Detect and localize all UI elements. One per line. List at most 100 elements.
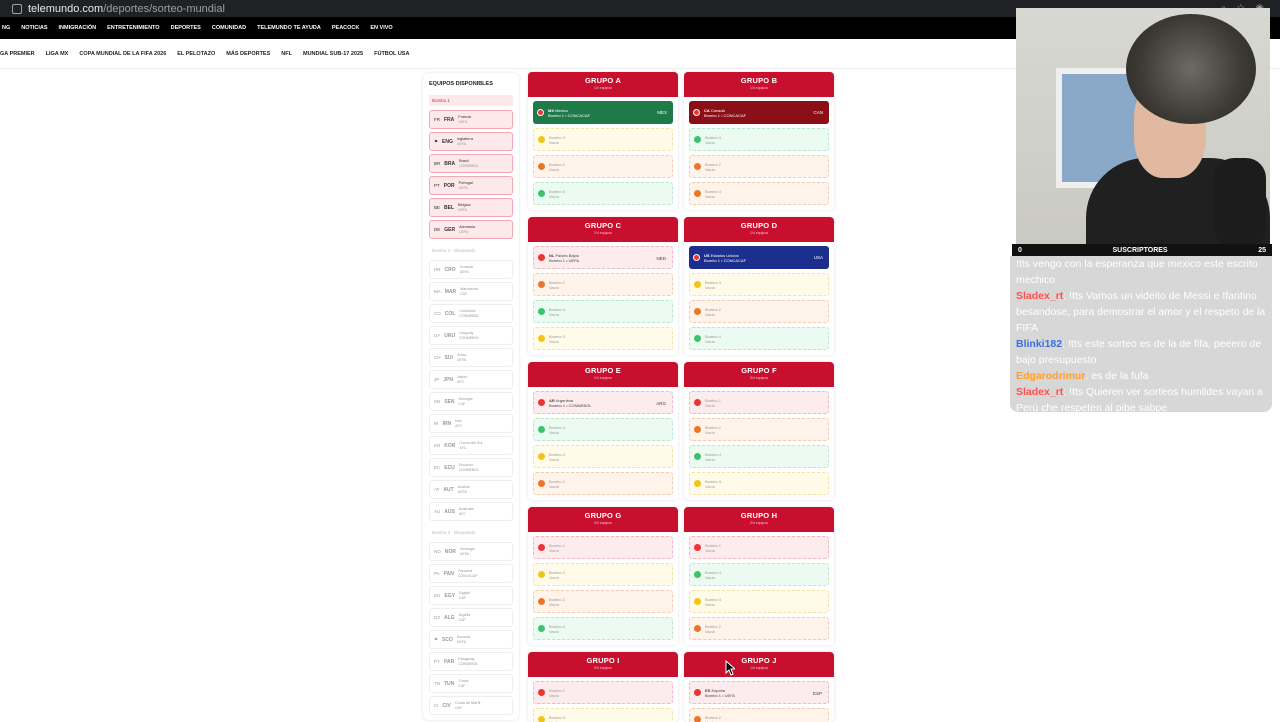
team-item[interactable]: IRIRNIránAFC	[429, 414, 513, 433]
team-item[interactable]: ⚑ENGInglaterraUEFA	[429, 132, 513, 151]
group-slot[interactable]: CA CanadáBombo 1 • CONCACAFCAN	[689, 101, 829, 124]
team-item[interactable]: PAPANPanamáCONCACAF	[429, 564, 513, 583]
slot-sub: Bombo 1 • UEFA	[705, 693, 735, 698]
team-name: Túnez	[458, 679, 469, 684]
team-item[interactable]: ⚑SCOEscociaUEFA	[429, 630, 513, 649]
team-item[interactable]: PTPORPortugalUEFA	[429, 176, 513, 195]
group-slot[interactable]: Bombo 3Vacío	[689, 472, 829, 495]
nav-link[interactable]: DEPORTES	[171, 25, 201, 31]
group-slot[interactable]: Bombo 4Vacío	[689, 563, 829, 586]
team-item[interactable]: PYPARParaguayCONMEBOL	[429, 652, 513, 671]
nav-link[interactable]: MUNDIAL SUB-17 2025	[303, 51, 363, 57]
group-slot[interactable]: Bombo 2Vacío	[533, 273, 673, 296]
team-item[interactable]: MAMARMarruecosCAF	[429, 282, 513, 301]
nav-link[interactable]: NG	[2, 25, 10, 31]
group-slot[interactable]: Bombo 2Vacío	[689, 418, 829, 441]
nav-link[interactable]: LIGA MX	[46, 51, 69, 57]
team-item[interactable]: JPJPNJapónAFC	[429, 370, 513, 389]
nav-link[interactable]: NOTICIAS	[21, 25, 47, 31]
team-confederation: UEFA	[457, 142, 473, 147]
team-code: KOR	[444, 443, 455, 449]
group-slot[interactable]: Bombo 4Vacío	[533, 617, 673, 640]
slot-text: US Estados UnidosBombo 1 • CONCACAF	[704, 253, 746, 263]
group-slot[interactable]: Bombo 4Vacío	[689, 327, 829, 350]
team-item[interactable]: CHSUISuizaUEFA	[429, 348, 513, 367]
group-slot[interactable]: ES EspañaBombo 1 • UEFAESP	[689, 681, 829, 704]
group-slot[interactable]: Bombo 2Vacío	[533, 472, 673, 495]
flag-code: MA	[434, 289, 441, 294]
group-slot[interactable]: NL Países BajosBombo 1 • UEFANED	[533, 246, 673, 269]
team-item[interactable]: COCOLColombiaCONMEBOL	[429, 304, 513, 323]
nav-link[interactable]: INMIGRACIÓN	[59, 25, 97, 31]
group-slot[interactable]: Bombo 1Vacío	[533, 681, 673, 704]
team-item[interactable]: TNTUNTúnezCAF	[429, 674, 513, 693]
nav-link[interactable]: ENTRETENIMIENTO	[107, 25, 159, 31]
group-slot[interactable]: Bombo 3Vacío	[689, 273, 829, 296]
nav-link[interactable]: TELEMUNDO TE AYUDA	[257, 25, 321, 31]
group-slot[interactable]: Bombo 4Vacío	[689, 128, 829, 151]
team-code: IRN	[443, 421, 452, 427]
team-item[interactable]: EGEGYEgiptoCAF	[429, 586, 513, 605]
nav-link[interactable]: GA PREMIER	[0, 51, 35, 57]
team-code: PAR	[444, 659, 454, 665]
team-item[interactable]: SNSENSenegalCAF	[429, 392, 513, 411]
team-confederation: UEFA	[459, 230, 475, 235]
group-slot[interactable]: Bombo 3Vacío	[533, 128, 673, 151]
team-item[interactable]: FRFRAFranciaUEFA	[429, 110, 513, 129]
group-card: GRUPO J1/4 equiposES EspañaBombo 1 • UEF…	[684, 652, 834, 722]
team-item[interactable]: ECECUEcuadorCONMEBOL	[429, 458, 513, 477]
team-code: SCO	[442, 637, 453, 643]
slot-text: Bombo 3Vacío	[549, 570, 565, 580]
group-slot[interactable]: Bombo 1Vacío	[689, 391, 829, 414]
group-slot[interactable]: Bombo 4Vacío	[689, 445, 829, 468]
slot-sub: Vacío	[549, 167, 565, 172]
chat-message: !tts vengo con la esperanza que mexico e…	[1016, 256, 1266, 288]
nav-link[interactable]: MÁS DEPORTES	[226, 51, 270, 57]
group-slot[interactable]: Bombo 3Vacío	[533, 445, 673, 468]
group-slot[interactable]: Bombo 1Vacío	[533, 536, 673, 559]
group-slot[interactable]: Bombo 1Vacío	[689, 536, 829, 559]
group-slot[interactable]: Bombo 2Vacío	[533, 590, 673, 613]
group-slot[interactable]: Bombo 4Vacío	[533, 418, 673, 441]
flag-code: AU	[434, 509, 440, 514]
team-confederation: AFC	[459, 446, 482, 451]
team-item[interactable]: CICIVCosta de MarfilCAF	[429, 696, 513, 715]
group-slot[interactable]: AR ArgentinaBombo 1 • CONMEBOLARG	[533, 391, 673, 414]
nav-link[interactable]: COPA MUNDIAL DE LA FIFA 2026	[79, 51, 166, 57]
nav-link[interactable]: EL PELOTAZO	[177, 51, 215, 57]
group-slot[interactable]: Bombo 2Vacío	[533, 155, 673, 178]
team-item[interactable]: KRKORCorea del SurAFC	[429, 436, 513, 455]
group-slot[interactable]: Bombo 2Vacío	[689, 155, 829, 178]
team-item[interactable]: DZALGArgeliaCAF	[429, 608, 513, 627]
group-slot[interactable]: MX MéxicoBombo 1 • CONCACAFMEX	[533, 101, 673, 124]
team-item[interactable]: ATAUTAustriaUEFA	[429, 480, 513, 499]
group-slot[interactable]: US Estados UnidosBombo 1 • CONCACAFUSA	[689, 246, 829, 269]
team-item[interactable]: DEGERAlemaniaUEFA	[429, 220, 513, 239]
team-item[interactable]: BRBRABrasilCONMEBOL	[429, 154, 513, 173]
team-item[interactable]: BEBELBélgicaUEFA	[429, 198, 513, 217]
group-slot[interactable]: Bombo 3Vacío	[689, 182, 829, 205]
pot-dot-icon	[693, 254, 700, 261]
group-slot[interactable]: Bombo 2Vacío	[689, 300, 829, 323]
nav-link[interactable]: NFL	[281, 51, 292, 57]
group-slot[interactable]: Bombo 3Vacío	[533, 327, 673, 350]
site-info-icon[interactable]	[12, 4, 22, 14]
bombo2-title: Bombo 2 · Bloqueado	[429, 245, 513, 256]
nav-link[interactable]: PEACOCK	[332, 25, 360, 31]
group-slot[interactable]: Bombo 3Vacío	[689, 590, 829, 613]
flag-code: BR	[434, 161, 440, 166]
group-slot[interactable]: Bombo 4Vacío	[533, 182, 673, 205]
nav-link[interactable]: EN VIVO	[370, 25, 392, 31]
team-item[interactable]: AUAUSAustraliaAFC	[429, 502, 513, 521]
group-slot[interactable]: Bombo 4Vacío	[533, 300, 673, 323]
team-item[interactable]: HRCROCroaciaUEFA	[429, 260, 513, 279]
group-count: 1/4 equipos	[684, 231, 834, 235]
group-slot[interactable]: Bombo 2Vacío	[689, 617, 829, 640]
nav-link[interactable]: COMUNIDAD	[212, 25, 246, 31]
group-slot[interactable]: Bombo 3Vacío	[533, 563, 673, 586]
nav-link[interactable]: FÚTBOL USA	[374, 51, 409, 57]
chat-text: es de la fufa	[1091, 370, 1148, 382]
team-item[interactable]: NONORNoruegaUEFA	[429, 542, 513, 561]
team-name: Escocia	[457, 635, 470, 640]
team-item[interactable]: UYURUUruguayCONMEBOL	[429, 326, 513, 345]
